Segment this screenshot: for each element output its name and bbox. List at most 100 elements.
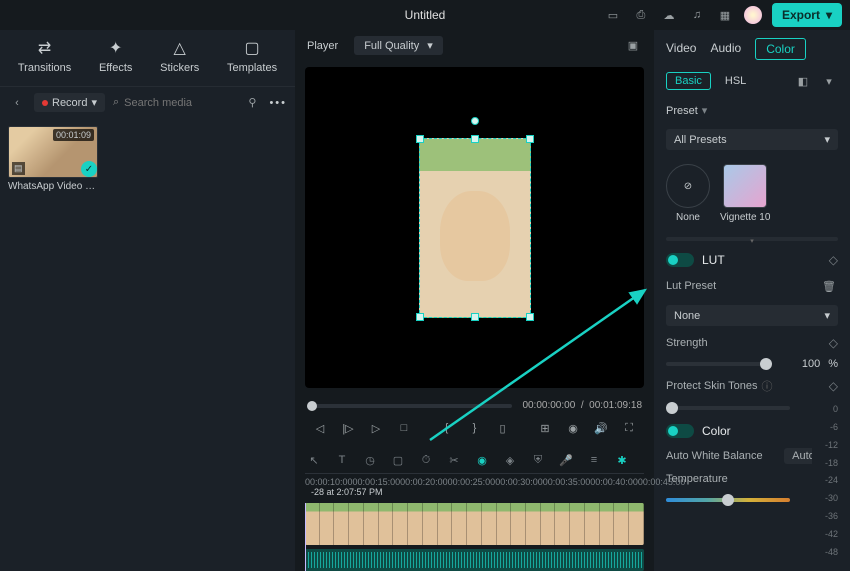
audio-track[interactable] xyxy=(305,549,644,571)
time-total: 00:01:09:18 xyxy=(589,400,642,411)
resize-handle[interactable] xyxy=(416,313,424,321)
tool-text[interactable]: T xyxy=(333,451,351,469)
chevron-down-icon: ▾ xyxy=(824,133,830,146)
protect-skin-slider[interactable] xyxy=(666,406,790,410)
fullscreen-button[interactable]: ⛶ xyxy=(620,419,638,437)
volume-button[interactable]: 🔊 xyxy=(592,419,610,437)
keyframe-icon[interactable]: ◇ xyxy=(829,379,838,393)
strength-slider[interactable] xyxy=(666,362,772,366)
more-options-button[interactable]: ••• xyxy=(269,97,287,109)
video-track[interactable] xyxy=(305,503,644,545)
tool-mic[interactable]: 🎤 xyxy=(557,451,575,469)
audio-meter-scale: 0-6-12-18-24-30-36-42-48 xyxy=(812,400,840,561)
search-input[interactable] xyxy=(124,97,235,109)
selected-clip[interactable] xyxy=(419,138,531,318)
resize-handle[interactable] xyxy=(471,313,479,321)
tool-crop[interactable]: ▢ xyxy=(389,451,407,469)
subtab-hsl[interactable]: HSL xyxy=(725,73,746,89)
record-dot-icon xyxy=(42,100,48,106)
temperature-slider[interactable] xyxy=(666,498,790,502)
tool-speed[interactable]: ⏱ xyxy=(417,451,435,469)
lut-preset-label: Lut Preset xyxy=(666,280,716,292)
preset-label: Preset xyxy=(666,105,698,117)
player-viewport[interactable] xyxy=(305,67,644,388)
media-clip[interactable]: 00:01:09 ▤ ✓ WhatsApp Video 202… xyxy=(8,126,98,192)
tab-audio[interactable]: Audio xyxy=(710,38,741,60)
tool-cursor[interactable]: ↖ xyxy=(305,451,323,469)
awb-label: Auto White Balance xyxy=(666,450,763,462)
step-back-button[interactable]: |▷ xyxy=(339,419,357,437)
stop-button[interactable]: □ xyxy=(395,419,413,437)
protect-skin-label: Protect Skin Tones xyxy=(666,380,758,392)
tool-adjust[interactable]: ≡ xyxy=(585,451,603,469)
scrub-bar[interactable] xyxy=(307,404,512,408)
subtab-basic[interactable]: Basic xyxy=(666,72,711,90)
headphones-icon[interactable]: ♫ xyxy=(688,6,706,24)
cloud-icon[interactable]: ☁ xyxy=(660,6,678,24)
prev-frame-button[interactable]: ◁ xyxy=(311,419,329,437)
display-settings-button[interactable]: ⊞ xyxy=(536,419,554,437)
timeline-toolbar: ↖ T ◷ ▢ ⏱ ✂ ◉ ◈ ⛨ 🎤 ≡ ✱ ▭ ⚭ ⊡ Meter▴ xyxy=(305,447,644,473)
chevron-down-icon[interactable]: ▾ xyxy=(820,72,838,90)
all-presets-select[interactable]: All Presets▾ xyxy=(666,129,838,150)
resize-handle[interactable] xyxy=(416,135,424,143)
tool-snap[interactable]: ✱ xyxy=(613,451,631,469)
rotate-handle[interactable] xyxy=(471,117,479,125)
tab-transitions[interactable]: ⇄Transitions xyxy=(18,38,71,74)
save-icon[interactable]: ⎙ xyxy=(632,6,650,24)
strength-label: Strength xyxy=(666,337,708,349)
help-icon[interactable]: ⓘ xyxy=(762,378,773,394)
trash-icon[interactable]: 🗑 xyxy=(820,277,838,295)
lut-header: LUT xyxy=(702,253,725,267)
tool-marker[interactable]: ▭ xyxy=(641,451,644,469)
tool-shield[interactable]: ⛨ xyxy=(529,451,547,469)
record-button[interactable]: Record▾ xyxy=(34,93,105,112)
mark-in-button[interactable]: { xyxy=(438,419,456,437)
playhead[interactable] xyxy=(305,503,306,571)
tab-effects[interactable]: ✦Effects xyxy=(99,38,132,74)
tab-video[interactable]: Video xyxy=(666,38,696,60)
mark-out-button[interactable]: } xyxy=(466,419,484,437)
search-icon: ⌕ xyxy=(113,96,119,109)
crop-button[interactable]: ▯ xyxy=(494,419,512,437)
keyframe-icon[interactable]: ◇ xyxy=(829,253,838,267)
tab-color[interactable]: Color xyxy=(755,38,806,60)
filter-icon[interactable]: ⚲ xyxy=(243,94,261,112)
device-icon[interactable]: ▭ xyxy=(604,6,622,24)
chevron-down-icon[interactable]: ▾ xyxy=(702,104,708,117)
tool-keyframe[interactable]: ◈ xyxy=(501,451,519,469)
user-avatar[interactable] xyxy=(744,6,762,24)
effects-icon: ✦ xyxy=(106,38,126,58)
quality-select[interactable]: Full Quality▾ xyxy=(354,36,443,55)
snapshot-icon[interactable]: ▣ xyxy=(624,37,642,55)
export-button[interactable]: Export▾ xyxy=(772,3,842,27)
lut-toggle[interactable] xyxy=(666,253,694,267)
resize-handle[interactable] xyxy=(526,313,534,321)
none-icon: ⊘ xyxy=(666,164,710,208)
prev-page-icon[interactable]: ‹ xyxy=(8,94,26,112)
preset-vignette10[interactable]: Vignette 10 xyxy=(720,164,770,223)
play-button[interactable]: ▷ xyxy=(367,419,385,437)
resize-handle[interactable] xyxy=(526,135,534,143)
lut-preset-select[interactable]: None▾ xyxy=(666,305,838,326)
transitions-icon: ⇄ xyxy=(35,38,55,58)
preset-scrollbar[interactable]: ▾ xyxy=(666,237,838,241)
strength-value[interactable]: 100 xyxy=(780,358,820,370)
resize-handle[interactable] xyxy=(471,135,479,143)
player-label: Player xyxy=(307,40,338,52)
chevron-down-icon: ▾ xyxy=(427,39,433,52)
color-toggle[interactable] xyxy=(666,424,694,438)
chevron-down-icon: ▾ xyxy=(824,309,830,322)
tool-split[interactable]: ✂ xyxy=(445,451,463,469)
tool-color[interactable]: ◉ xyxy=(473,451,491,469)
compare-icon[interactable]: ◧ xyxy=(794,72,812,90)
keyframe-icon[interactable]: ◇ xyxy=(829,336,838,350)
preset-none[interactable]: ⊘None xyxy=(666,164,710,223)
snapshot-button[interactable]: ◉ xyxy=(564,419,582,437)
tab-stickers[interactable]: △Stickers xyxy=(160,38,199,74)
tab-templates[interactable]: ▢Templates xyxy=(227,38,277,74)
tool-timer[interactable]: ◷ xyxy=(361,451,379,469)
track-timestamp: -28 at 2:07:57 PM xyxy=(311,487,383,497)
clip-duration: 00:01:09 xyxy=(53,129,94,141)
app-grid-icon[interactable]: ▦ xyxy=(716,6,734,24)
